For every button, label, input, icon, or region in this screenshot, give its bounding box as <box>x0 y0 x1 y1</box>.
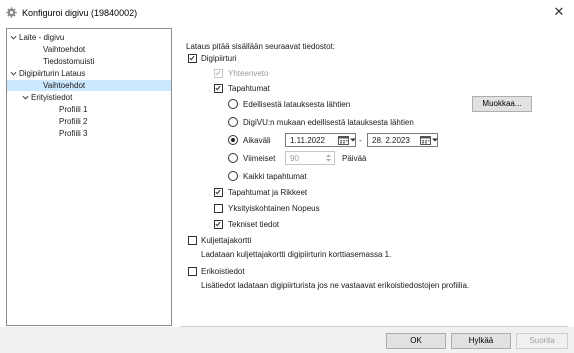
radio-aikavali-label: Aikaväli <box>243 136 271 145</box>
tree-item-vaihtoehdot[interactable]: Vaihtoehdot <box>43 44 85 55</box>
tree-item-digipiirturin-lataus[interactable]: Digipiirturin Lataus <box>10 68 85 79</box>
tree-item-profiili-2[interactable]: Profiili 2 <box>59 116 87 127</box>
calendar-icon[interactable] <box>338 136 349 145</box>
checkmark-icon <box>189 55 195 61</box>
date-to-value: 28. 2.2023 <box>372 136 410 145</box>
tekniset-checkbox[interactable] <box>214 220 223 229</box>
digipiirturi-label: Digipiirturi <box>201 54 237 63</box>
execute-button[interactable]: Suorita <box>516 333 568 349</box>
viimeiset-days-stepper[interactable]: 90 <box>285 151 335 165</box>
chevron-down-icon[interactable] <box>22 94 29 101</box>
radio-kaikki[interactable] <box>228 171 238 181</box>
kuljettajakortti-label: Kuljettajakortti <box>201 236 252 245</box>
tapahtumat-checkbox[interactable] <box>214 84 223 93</box>
window-title: Konfiguroi digivu (19840002) <box>22 8 138 18</box>
tree-item-vaihtoehdot-selected[interactable]: Vaihtoehdot <box>7 80 171 91</box>
calendar-icon[interactable] <box>420 136 431 145</box>
chevron-down-icon[interactable] <box>10 34 17 41</box>
radio-digivu-label: DigiVU:n mukaan edellisestä latauksesta … <box>243 118 414 127</box>
erikoistiedot-description: Lisätiedot ladataan digipiirturista jos … <box>201 281 470 290</box>
dialog-footer: OK Hylkää Suorita <box>0 327 574 353</box>
close-icon[interactable]: ✕ <box>552 5 566 19</box>
tekniset-label: Tekniset tiedot <box>228 220 280 229</box>
radio-edellisesta-label: Edellisestä latauksesta lähtien <box>243 100 351 109</box>
gear-icon <box>6 7 17 18</box>
tree-item-laite[interactable]: Laite - digivu <box>10 32 64 43</box>
checkmark-icon <box>215 85 221 91</box>
yksityiskohtainen-checkbox[interactable] <box>214 204 223 213</box>
erikoistiedot-label: Erikoistiedot <box>201 267 245 276</box>
settings-tree[interactable]: Laite - digivu Vaihtoehdot Tiedostomuist… <box>6 28 172 326</box>
radio-aikavali[interactable] <box>228 135 238 145</box>
tapahtumat-label: Tapahtumat <box>228 84 270 93</box>
radio-viimeiset-label: Viimeiset <box>243 154 276 163</box>
kuljettajakortti-checkbox[interactable] <box>188 236 197 245</box>
chevron-down-icon[interactable] <box>432 137 438 143</box>
kuljettajakortti-description: Ladataan kuljettajakortti digipiirturin … <box>201 250 392 259</box>
tree-item-profiili-1[interactable]: Profiili 1 <box>59 104 87 115</box>
date-to-picker[interactable]: 28. 2.2023 <box>367 133 438 147</box>
radio-viimeiset[interactable] <box>228 153 238 163</box>
date-from-value: 1.11.2022 <box>290 136 325 145</box>
cancel-button[interactable]: Hylkää <box>451 333 511 349</box>
checkmark-icon <box>215 70 221 76</box>
options-panel: Lataus pitää sisällään seuraavat tiedost… <box>180 28 568 326</box>
tree-item-erityistiedot[interactable]: Erityistiedot <box>22 92 72 103</box>
digipiirturi-checkbox[interactable] <box>188 54 197 63</box>
tapahtumat-rikkeet-checkbox[interactable] <box>214 188 223 197</box>
chevron-down-icon[interactable] <box>10 70 17 77</box>
tree-item-profiili-3[interactable]: Profiili 3 <box>59 128 87 139</box>
title-bar: Konfiguroi digivu (19840002) ✕ <box>0 0 574 26</box>
yhteenveto-checkbox[interactable] <box>214 69 223 78</box>
chevron-down-icon[interactable] <box>350 137 356 143</box>
yhteenveto-label: Yhteenveto <box>228 69 269 78</box>
yksityiskohtainen-label: Yksityiskohtainen Nopeus <box>228 204 320 213</box>
tapahtumat-rikkeet-label: Tapahtumat ja Rikkeet <box>228 188 308 197</box>
checkmark-icon <box>215 221 221 227</box>
radio-edellisesta[interactable] <box>228 99 238 109</box>
date-from-picker[interactable]: 1.11.2022 <box>285 133 356 147</box>
muokkaa-button[interactable]: Muokkaa... <box>472 96 532 112</box>
viimeiset-unit: Päivää <box>342 154 367 163</box>
radio-kaikki-label: Kaikki tapahtumat <box>243 172 307 181</box>
spinner-arrows-icon[interactable] <box>325 153 332 163</box>
tree-item-tiedostomuisti[interactable]: Tiedostomuisti <box>43 56 94 67</box>
ok-button[interactable]: OK <box>386 333 446 349</box>
checkmark-icon <box>215 189 221 195</box>
intro-text: Lataus pitää sisällään seuraavat tiedost… <box>186 42 335 51</box>
radio-selected-dot <box>231 138 235 142</box>
radio-digivu[interactable] <box>228 117 238 127</box>
erikoistiedot-checkbox[interactable] <box>188 267 197 276</box>
date-separator: - <box>359 136 362 145</box>
viimeiset-days-value: 90 <box>290 154 299 163</box>
